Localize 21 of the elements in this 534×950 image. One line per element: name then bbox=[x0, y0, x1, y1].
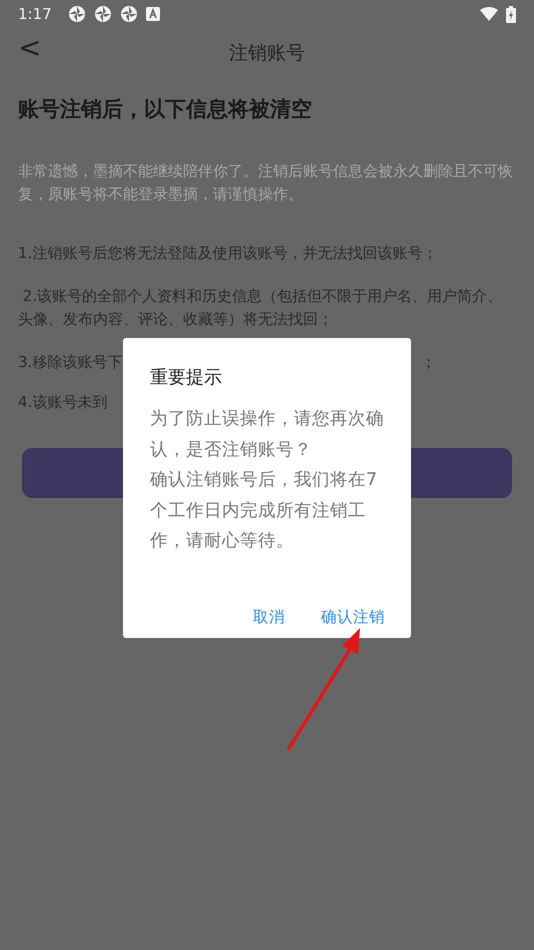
notice-item: 1.注销账号后您将无法登陆及使用该账号，并无法找回该账号； bbox=[18, 242, 438, 264]
notification-icon bbox=[120, 5, 138, 23]
section-heading: 账号注销后，以下信息将被清空 bbox=[18, 96, 313, 123]
battery-icon bbox=[506, 6, 516, 22]
back-button[interactable]: < bbox=[14, 34, 46, 62]
page-title: 注销账号 bbox=[229, 40, 305, 66]
dialog-title: 重要提示 bbox=[150, 366, 223, 390]
intro-text: 非常遗憾，墨摘不能继续陪伴你了。注销后账号信息会被永久删除且不可恢复，原账号将不能登录墨摘，请谨慎操作。 bbox=[18, 160, 514, 204]
notification-icon bbox=[94, 5, 112, 23]
notice-item: 2.该账号的全部个人资料和历史信息（包括但不限于用户名、用户简介、头像、发布内容、评论、收藏等）将无法找回； bbox=[18, 286, 504, 330]
dialog-message: 确认注销账号后，我们将在7个工作日内完成所有注销工作，请耐心等待。 bbox=[150, 469, 378, 553]
status-time: 1:17 bbox=[18, 4, 52, 25]
notice-item-end: ； bbox=[421, 352, 436, 372]
notice-item: 3.移除该账号下 bbox=[18, 352, 122, 372]
notice-item: 4.该账号未到 bbox=[18, 392, 108, 412]
dialog-message: 为了防止误操作，请您再次确认，是否注销账号？ bbox=[150, 408, 385, 462]
cancel-button[interactable]: 取消 bbox=[253, 606, 285, 630]
notification-icon bbox=[68, 5, 86, 23]
confirm-cancel-button[interactable]: 确认注销 bbox=[321, 606, 385, 630]
keyboard-icon bbox=[146, 7, 160, 21]
wifi-icon bbox=[480, 7, 498, 21]
